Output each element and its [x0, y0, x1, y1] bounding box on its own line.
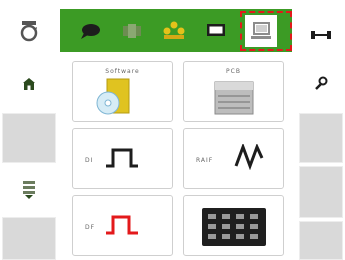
- link-icon: [310, 30, 332, 40]
- chat-bubble-icon: [79, 22, 101, 40]
- pcb-card-label: PCB: [226, 68, 241, 75]
- right-rail-blank-2[interactable]: [299, 166, 343, 218]
- group-icon: [162, 21, 186, 41]
- right-rail-key[interactable]: [299, 58, 343, 110]
- keypad-card[interactable]: [183, 195, 284, 256]
- key-icon: [313, 76, 329, 92]
- home-icon: [22, 77, 36, 91]
- left-rail-blank-1[interactable]: [2, 113, 56, 163]
- toolbar-device-button[interactable]: [116, 15, 148, 47]
- raif-wave-icon: [234, 144, 264, 170]
- digital-input-signal-icon: [105, 146, 139, 170]
- pcb-card[interactable]: PCB: [183, 61, 284, 122]
- refresh-icon: [18, 20, 40, 42]
- keypad-grid-icon: [202, 208, 266, 246]
- left-rail-refresh[interactable]: [2, 8, 56, 54]
- list-icon: [21, 180, 37, 200]
- di-card-label: DI: [85, 157, 94, 164]
- left-rail-blank-2[interactable]: [2, 217, 56, 260]
- device-icon: [121, 22, 143, 40]
- left-rail: [0, 0, 60, 260]
- software-disk-icon: [93, 77, 135, 119]
- software-card[interactable]: Software: [72, 61, 173, 122]
- toolbar-chat-button[interactable]: [74, 15, 106, 47]
- selection-highlight: [240, 11, 292, 51]
- monitor-icon: [205, 22, 227, 40]
- di-card[interactable]: DI: [72, 128, 173, 189]
- raif-card[interactable]: RAIF: [183, 128, 284, 189]
- df-card[interactable]: DF: [72, 195, 173, 256]
- raif-card-label: RAIF: [196, 157, 214, 164]
- left-rail-list[interactable]: [2, 165, 56, 215]
- toolbar-group-button[interactable]: [158, 15, 190, 47]
- right-rail-blank-1[interactable]: [299, 113, 343, 163]
- left-rail-home[interactable]: [2, 56, 56, 111]
- pulse-signal-icon: [105, 213, 139, 237]
- right-rail: [296, 0, 345, 260]
- software-card-label: Software: [105, 68, 140, 75]
- pcb-board-icon: [214, 80, 254, 116]
- df-card-label: DF: [85, 224, 96, 231]
- toolbar-monitor-button[interactable]: [200, 15, 232, 47]
- right-rail-blank-3[interactable]: [299, 221, 343, 260]
- right-rail-link[interactable]: [299, 14, 343, 56]
